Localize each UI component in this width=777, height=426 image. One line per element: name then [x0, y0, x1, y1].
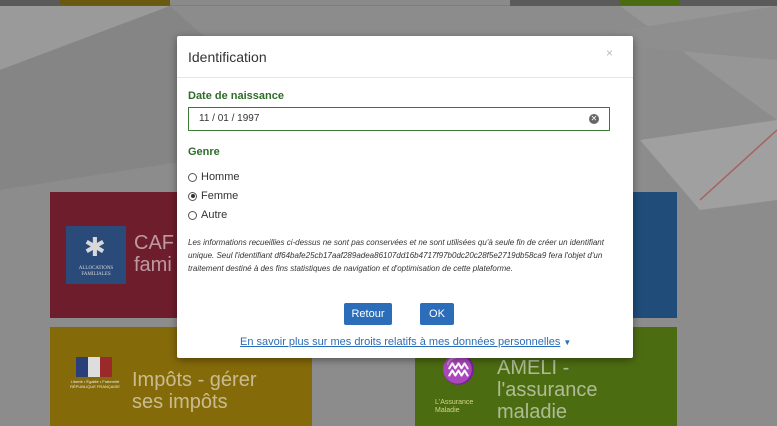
- gender-option-femme[interactable]: Femme: [188, 189, 238, 203]
- birthdate-input[interactable]: [199, 113, 559, 124]
- caf-logo-icon: ✱: [84, 232, 106, 262]
- privacy-rights-link[interactable]: En savoir plus sur mes droits relatifs à…: [240, 336, 571, 348]
- ok-button[interactable]: OK: [420, 303, 454, 325]
- radio-femme[interactable]: [188, 191, 197, 201]
- privacy-rights-link-label[interactable]: En savoir plus sur mes droits relatifs à…: [240, 336, 560, 348]
- tile-caf-label: CAF fami: [134, 232, 174, 276]
- clear-icon[interactable]: ✕: [589, 114, 599, 124]
- caf-logo-text: ALLOCATIONS FAMILIALES: [78, 266, 114, 277]
- birthdate-field[interactable]: ✕: [188, 107, 610, 131]
- tile-impots-label: Impôts - gérer ses impôts: [132, 369, 257, 413]
- gender-label: Genre: [188, 146, 220, 158]
- modal-title: Identification: [188, 49, 267, 65]
- caret-down-icon[interactable]: ▼: [563, 338, 571, 347]
- tile-ameli-label: AMELI - l'assurance maladie: [497, 357, 598, 423]
- close-icon[interactable]: ×: [606, 46, 613, 60]
- identification-modal: Identification × Date de naissance ✕ Gen…: [177, 36, 633, 358]
- privacy-info-text: Les informations recueillies ci-dessus n…: [188, 238, 604, 273]
- gender-option-homme[interactable]: Homme: [188, 170, 240, 184]
- gender-option-label: Homme: [201, 171, 240, 183]
- radio-autre[interactable]: [188, 210, 197, 220]
- caf-logo: ✱ ALLOCATIONS FAMILIALES: [66, 226, 126, 284]
- republique-francaise-logo: Liberté • Égalité • Fraternité RÉPUBLIQU…: [64, 357, 126, 391]
- gender-option-label: Autre: [201, 209, 228, 221]
- ameli-logo-text: L'Assurance Maladie: [435, 399, 474, 414]
- marianne-flag-icon: [76, 357, 112, 377]
- birthdate-label: Date de naissance: [188, 90, 284, 102]
- gender-option-label: Femme: [201, 190, 239, 202]
- back-button[interactable]: Retour: [344, 303, 392, 325]
- radio-homme[interactable]: [188, 172, 197, 182]
- ameli-logo: ♒ L'Assurance Maladie: [435, 353, 489, 414]
- modal-divider: [177, 77, 633, 78]
- gender-option-autre[interactable]: Autre: [188, 208, 227, 222]
- rf-logo-text: Liberté • Égalité • Fraternité RÉPUBLIQU…: [70, 379, 120, 389]
